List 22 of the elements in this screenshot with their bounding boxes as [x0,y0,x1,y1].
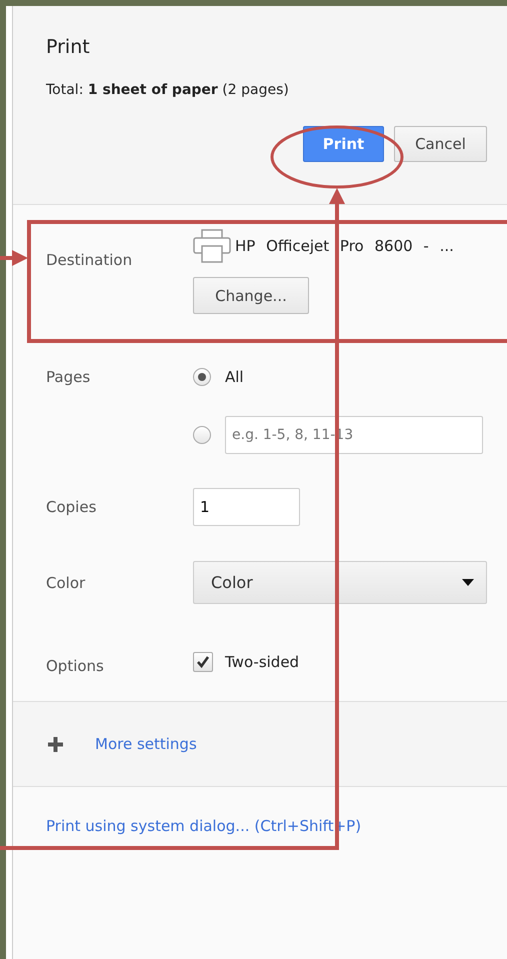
setting-label: Copies [46,498,98,516]
printer-name: HP Officejet Pro 8600 - ... [235,237,454,255]
option-label: All [225,368,244,386]
setting-label: Color [46,574,86,592]
checkbox[interactable] [193,652,213,672]
change-button[interactable]: Change... [193,277,309,314]
more-settings-link[interactable]: More settings [95,735,197,753]
radio-button[interactable] [193,426,211,444]
caret-icon [462,579,474,586]
color-dropdown[interactable]: Color [193,561,487,604]
cancel-button[interactable]: Cancel [394,126,487,162]
plus-icon [47,736,64,752]
setting-label: Options [46,657,105,675]
dialog-title: Print [46,36,91,58]
annotation-arrow [0,250,28,266]
copies-field[interactable]: 1 [193,488,300,526]
checkbox-label: Two-sided [225,653,300,671]
radio-button[interactable] [193,368,211,386]
printer-icon [193,229,231,263]
setting-label: Pages [46,368,92,388]
setting-label: Destination [46,251,134,271]
total-summary: Total: 1 sheet of paper (2 pages) [46,82,290,98]
